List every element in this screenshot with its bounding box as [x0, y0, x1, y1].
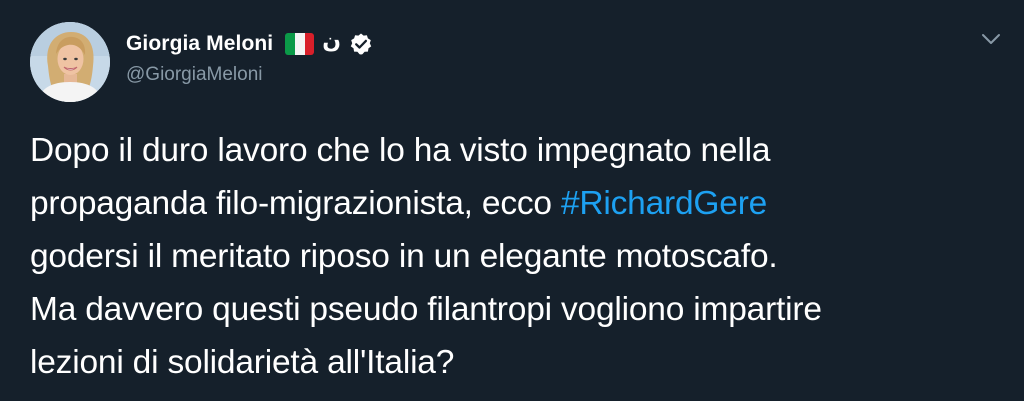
tweet-line: Dopo il duro lavoro che lo ha visto impe…: [30, 132, 771, 169]
avatar[interactable]: [30, 22, 110, 102]
verified-badge-icon: [349, 32, 373, 56]
italy-flag-icon: [285, 33, 315, 55]
name-suffix-glyph: ن: [322, 29, 342, 54]
chevron-down-icon[interactable]: [978, 26, 1004, 52]
tweet-line: propaganda filo-migrazionista, ecco #Ric…: [30, 177, 1010, 230]
hashtag-link[interactable]: #RichardGere: [561, 185, 767, 222]
author-handle[interactable]: @GiorgiaMeloni: [126, 64, 263, 86]
author-display-name[interactable]: Giorgia Meloni: [126, 32, 273, 56]
tweet-line: godersi il meritato riposo in un elegant…: [30, 238, 778, 275]
tweet-line-text: propaganda filo-migrazionista, ecco: [30, 185, 561, 222]
tweet-line: Ma davvero questi pseudo filantropi vogl…: [30, 291, 822, 328]
tweet-text: Dopo il duro lavoro che lo ha visto impe…: [30, 124, 1010, 389]
tweet-card: Giorgia Meloni ن @GiorgiaMeloni Dopo il …: [0, 0, 1024, 401]
author-name-row: Giorgia Meloni ن: [126, 28, 373, 60]
tweet-line: lezioni di solidarietà all'Italia?: [30, 344, 455, 381]
avatar-image: [30, 22, 110, 102]
